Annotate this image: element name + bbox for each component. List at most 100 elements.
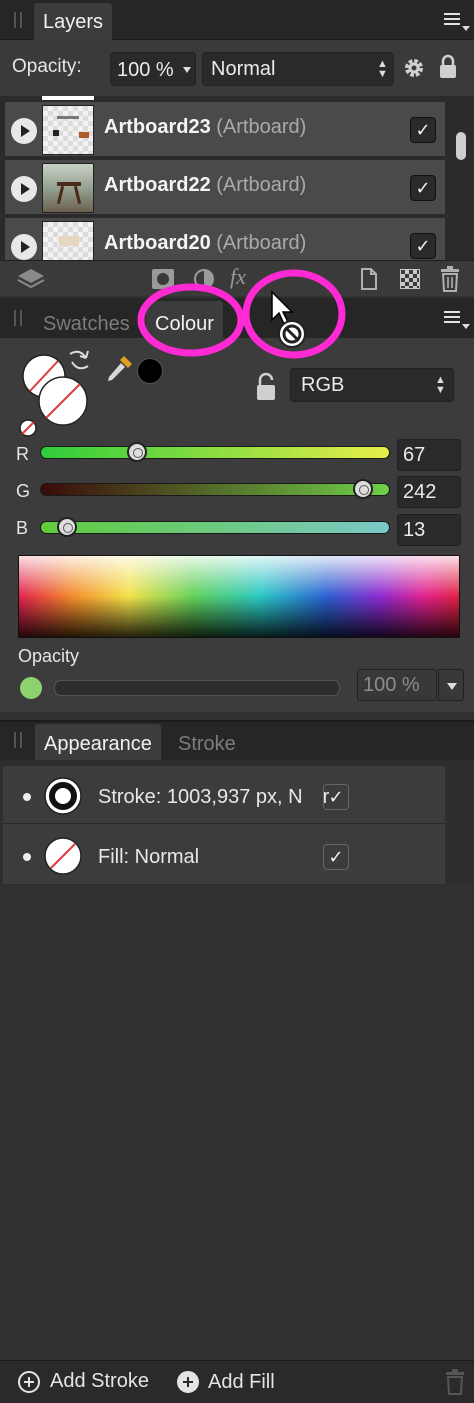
fill-none-icon <box>44 837 82 875</box>
tab-swatches[interactable]: Swatches <box>43 313 130 336</box>
panel-grip-icon[interactable] <box>14 12 22 28</box>
red-slider-knob[interactable] <box>126 442 147 462</box>
eyedropper-icon[interactable] <box>104 354 134 386</box>
opacity-label: Opacity: <box>12 56 82 77</box>
blend-mode-value: Normal <box>211 58 276 80</box>
layers-opacity-row: Opacity: 100 % Normal ▲ ▼ <box>0 40 474 96</box>
new-page-icon[interactable] <box>360 267 378 291</box>
lock-icon[interactable] <box>254 372 278 402</box>
red-value-field[interactable]: 67 <box>397 439 461 471</box>
picked-color-swatch[interactable] <box>137 358 163 384</box>
updown-icon: ▲ ▼ <box>377 58 388 80</box>
slider-label-r: R <box>16 444 29 464</box>
appearance-row-stroke[interactable]: Stroke: 1003,937 px, Nr ✓ <box>3 766 445 824</box>
plus-circle-filled-icon <box>177 1371 199 1393</box>
plus-circle-icon <box>18 1371 40 1393</box>
panel-grip-icon[interactable] <box>14 310 22 326</box>
layer-thumbnail <box>42 221 94 260</box>
red-slider-track[interactable] <box>40 446 390 459</box>
layer-row[interactable]: Artboard22 (Artboard) ✓ <box>5 160 445 216</box>
expand-arrow-icon[interactable] <box>11 234 37 260</box>
slider-label-g: G <box>16 481 31 501</box>
trash-icon[interactable] <box>445 1369 465 1395</box>
tab-stroke[interactable]: Stroke <box>178 733 236 756</box>
layer-name-text: Artboard22 <box>104 174 211 196</box>
layer-name[interactable]: Artboard22 (Artboard) <box>104 174 306 197</box>
colour-model-value: RGB <box>301 374 345 396</box>
stroke-row-label: Stroke: 1003,937 px, N <box>98 786 303 808</box>
colour-spectrum[interactable] <box>18 555 460 638</box>
panel-menu-icon[interactable] <box>444 13 460 28</box>
panel-menu-caret-icon <box>462 26 470 31</box>
layer-row[interactable]: Artboard23 (Artboard) ✓ <box>5 102 445 158</box>
stroke-row-text: Stroke: 1003,937 px, Nr <box>98 786 329 809</box>
layer-thumbnail-partial <box>42 96 94 100</box>
opacity-value: 100 % <box>117 59 174 81</box>
swap-colors-icon[interactable] <box>66 348 92 372</box>
add-fill-label: Add Fill <box>208 1371 275 1393</box>
bullet-icon <box>23 853 31 861</box>
colour-model-select[interactable]: RGB ▲ ▼ <box>290 368 454 402</box>
green-slider-knob[interactable] <box>353 479 374 499</box>
blue-value-field[interactable]: 13 <box>397 514 461 546</box>
layers-tabbar: Layers <box>0 0 474 41</box>
layer-name[interactable]: Artboard23 (Artboard) <box>104 116 306 139</box>
checker-icon[interactable] <box>400 269 420 289</box>
adjustment-icon[interactable] <box>193 268 215 290</box>
lock-icon[interactable] <box>438 54 458 80</box>
slider-label-b: B <box>16 518 29 538</box>
layer-row[interactable]: Artboard20 (Artboard) ✓ <box>5 218 445 260</box>
trash-icon[interactable] <box>440 266 460 292</box>
opacity-slider-track[interactable] <box>54 680 340 696</box>
fx-icon[interactable]: fx <box>230 264 246 290</box>
layer-visibility-checkbox[interactable]: ✓ <box>410 233 436 259</box>
opacity-color-dot <box>20 677 42 699</box>
tab-layers[interactable]: Layers <box>34 3 113 41</box>
bullet-icon <box>23 793 31 801</box>
green-value-field[interactable]: 242 <box>397 476 461 508</box>
opacity-field[interactable]: 100 % <box>110 52 196 86</box>
appearance-row-fill[interactable]: Fill: Normal ✓ <box>3 826 445 884</box>
chevron-down-icon <box>447 683 457 690</box>
layers-list[interactable]: Artboard23 (Artboard) ✓ Artboard22 (Artb… <box>0 96 474 260</box>
stroke-enabled-checkbox[interactable]: ✓ <box>323 784 349 810</box>
colour-opacity-field[interactable]: 100 % <box>357 669 437 701</box>
panel-menu-icon[interactable] <box>444 311 460 326</box>
tab-appearance[interactable]: Appearance <box>35 724 161 762</box>
fill-enabled-checkbox[interactable]: ✓ <box>323 844 349 870</box>
expand-arrow-icon[interactable] <box>11 118 37 144</box>
layer-type-text: (Artboard) <box>216 174 307 196</box>
appearance-tabbar: Appearance Stroke <box>0 720 474 762</box>
appearance-bottom-bar: Add Stroke Add Fill <box>0 1360 474 1403</box>
mask-icon[interactable] <box>151 268 175 290</box>
blue-slider-knob[interactable] <box>56 517 77 537</box>
blue-slider-track[interactable] <box>40 521 390 534</box>
panel-menu-caret-icon <box>462 324 470 329</box>
layer-type-text: (Artboard) <box>216 232 307 254</box>
layer-thumbnail <box>42 105 94 155</box>
expand-arrow-icon[interactable] <box>11 176 37 202</box>
add-stroke-label: Add Stroke <box>50 1370 149 1392</box>
panel-grip-icon[interactable] <box>14 732 22 748</box>
updown-icon: ▲ ▼ <box>435 374 446 396</box>
colour-panel-body: RGB ▲ ▼ R 67 G 242 B 13 Opacity 100 % <box>0 338 474 712</box>
chevron-down-icon <box>183 67 191 73</box>
gear-icon[interactable] <box>402 56 426 80</box>
stroke-style-icon <box>44 777 82 815</box>
appearance-list: Stroke: 1003,937 px, Nr ✓ Fill: Normal ✓ <box>3 766 445 884</box>
layers-scrollbar[interactable] <box>456 132 466 160</box>
layer-type-text: (Artboard) <box>216 116 307 138</box>
tab-colour[interactable]: Colour <box>146 301 223 339</box>
layer-visibility-checkbox[interactable]: ✓ <box>410 175 436 201</box>
colour-tabbar: Swatches Colour <box>0 298 474 339</box>
layer-visibility-checkbox[interactable]: ✓ <box>410 117 436 143</box>
fill-row-label: Fill: Normal <box>98 846 200 868</box>
layer-name[interactable]: Artboard20 (Artboard) <box>104 232 306 255</box>
layer-name-text: Artboard20 <box>104 232 211 254</box>
layer-name-text: Artboard23 <box>104 116 211 138</box>
green-slider-track[interactable] <box>40 483 390 496</box>
colour-opacity-label: Opacity <box>18 646 80 666</box>
blend-mode-select[interactable]: Normal ▲ ▼ <box>202 52 394 86</box>
layers-icon[interactable] <box>16 267 46 291</box>
opacity-dropdown-button[interactable] <box>438 669 464 701</box>
